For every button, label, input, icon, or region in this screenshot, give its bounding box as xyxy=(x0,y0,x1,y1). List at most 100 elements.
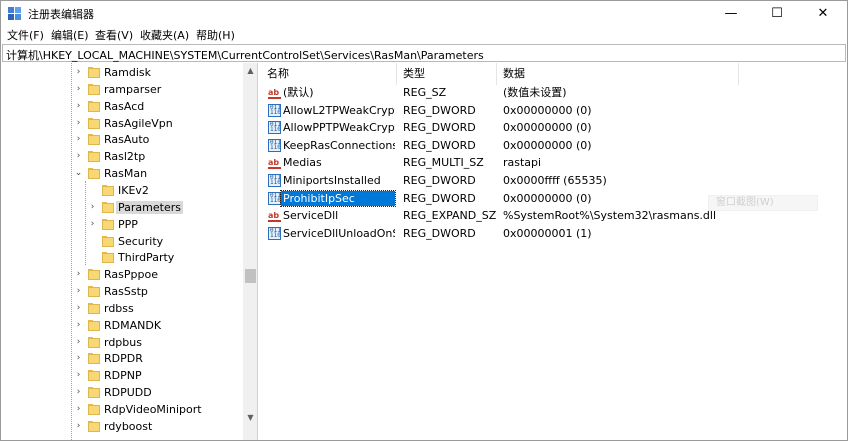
folder-icon xyxy=(88,269,100,280)
tree-item[interactable]: › RDPDR xyxy=(2,350,242,367)
tree-item[interactable]: IKEv2 xyxy=(2,182,242,199)
tree-item-label: RasAgileVpn xyxy=(104,117,173,130)
window-title: 注册表编辑器 xyxy=(28,8,94,21)
registry-editor-app-icon xyxy=(8,7,21,20)
minimize-button[interactable]: — xyxy=(708,1,754,26)
collapsed-chevron-icon[interactable]: › xyxy=(74,151,83,162)
collapsed-chevron-icon[interactable]: › xyxy=(74,337,83,348)
title-bar: 注册表编辑器 — ☐ ✕ xyxy=(1,1,847,26)
tree-item[interactable]: ThirdParty xyxy=(2,249,242,266)
tree-item[interactable]: › ramparser xyxy=(2,81,242,98)
value-type: REG_DWORD xyxy=(403,121,476,134)
binary-value-icon: 011 110 xyxy=(268,104,281,117)
no-children-spacer xyxy=(88,236,97,247)
tree-vertical-scrollbar[interactable]: ▲ ▼ xyxy=(243,63,257,440)
scroll-down-arrow-icon[interactable]: ▼ xyxy=(243,410,257,425)
folder-icon xyxy=(88,370,100,381)
folder-icon xyxy=(88,101,100,112)
tree-item[interactable]: › RasAcd xyxy=(2,98,242,115)
registry-editor-window: 注册表编辑器 — ☐ ✕ 文件(F) 编辑(E) 查看(V) 收藏夹(A) 帮助… xyxy=(0,0,848,441)
folder-icon xyxy=(102,185,114,196)
tree-item[interactable]: › PPP xyxy=(2,216,242,233)
collapsed-chevron-icon[interactable]: › xyxy=(88,219,97,230)
collapsed-chevron-icon[interactable]: › xyxy=(74,370,83,381)
value-name: Medias xyxy=(283,156,322,169)
value-row[interactable]: 011 110ServiceDllUnloadOnSt... REG_DWORD 0… xyxy=(261,225,846,242)
menu-edit[interactable]: 编辑(E) xyxy=(51,27,89,43)
menu-help[interactable]: 帮助(H) xyxy=(196,27,235,43)
tree-item[interactable]: › RDPUDD xyxy=(2,384,242,401)
close-button[interactable]: ✕ xyxy=(800,1,846,26)
menu-view[interactable]: 查看(V) xyxy=(95,27,133,43)
collapsed-chevron-icon[interactable]: › xyxy=(74,118,83,129)
scrollbar-thumb[interactable] xyxy=(245,269,256,283)
tree-item[interactable]: › rdbss xyxy=(2,300,242,317)
collapsed-chevron-icon[interactable]: › xyxy=(74,421,83,432)
folder-icon xyxy=(88,84,100,95)
column-header-name[interactable]: 名称 xyxy=(261,63,397,85)
tree-item[interactable]: ⌄ RasMan xyxy=(2,165,242,182)
tree-item[interactable]: › RDPNP xyxy=(2,367,242,384)
tree-item[interactable]: › rdyboost xyxy=(2,418,242,435)
menu-favorites[interactable]: 收藏夹(A) xyxy=(140,27,189,43)
value-type: REG_DWORD xyxy=(403,227,476,240)
value-row[interactable]: ab (默认) REG_SZ (数值未设置) xyxy=(261,84,846,101)
collapsed-chevron-icon[interactable]: › xyxy=(74,101,83,112)
tree-item[interactable]: › RasPppoe xyxy=(2,266,242,283)
tree-item[interactable]: Security xyxy=(2,233,242,250)
value-row[interactable]: 011 110 KeepRasConnections REG_DWORD 0x0000… xyxy=(261,137,846,154)
value-type: REG_MULTI_SZ xyxy=(403,156,484,169)
binary-value-icon: 011 110 xyxy=(268,174,281,187)
collapsed-chevron-icon[interactable]: › xyxy=(74,404,83,415)
tree-item[interactable]: › RDMANDK xyxy=(2,317,242,334)
column-header-data[interactable]: 数据 xyxy=(497,63,739,85)
tree-item[interactable]: › Parameters xyxy=(2,199,242,216)
folder-icon xyxy=(88,337,100,348)
folder-icon xyxy=(88,353,100,364)
tree-item-label: Rasl2tp xyxy=(104,150,146,163)
string-value-icon: ab xyxy=(268,211,281,222)
tree-item-label: RasAcd xyxy=(104,100,145,113)
collapsed-chevron-icon[interactable]: › xyxy=(74,387,83,398)
no-children-spacer xyxy=(88,185,97,196)
tree-item-label: ThirdParty xyxy=(118,251,175,264)
folder-icon xyxy=(88,320,100,331)
collapsed-chevron-icon[interactable]: › xyxy=(74,286,83,297)
tree-item-label: ramparser xyxy=(104,83,162,96)
expanded-chevron-icon[interactable]: ⌄ xyxy=(74,168,83,179)
collapsed-chevron-icon[interactable]: › xyxy=(88,202,97,213)
collapsed-chevron-icon[interactable]: › xyxy=(74,303,83,314)
folder-icon xyxy=(102,252,114,263)
tree-item-label: rdpbus xyxy=(104,336,142,349)
folder-icon xyxy=(88,118,100,129)
value-row[interactable]: 011 110 AllowPPTPWeakCrypto REG_DWORD 0x000… xyxy=(261,119,846,136)
collapsed-chevron-icon[interactable]: › xyxy=(74,269,83,280)
tree-item-label: IKEv2 xyxy=(118,184,149,197)
value-row[interactable]: 011 110 AllowL2TPWeakCrypto REG_DWORD 0x000… xyxy=(261,102,846,119)
value-data: 0x00000000 (0) xyxy=(503,104,592,117)
tree-item[interactable]: › RdpVideoMiniport xyxy=(2,401,242,418)
tree-item[interactable]: › rdpbus xyxy=(2,334,242,351)
scroll-up-arrow-icon[interactable]: ▲ xyxy=(243,63,257,78)
tree-item[interactable]: › Rasl2tp xyxy=(2,148,242,165)
tree-item[interactable]: › RasSstp xyxy=(2,283,242,300)
value-name: MiniportsInstalled xyxy=(283,174,381,187)
column-header-type[interactable]: 类型 xyxy=(397,63,497,85)
tree-item[interactable]: › RasAgileVpn xyxy=(2,115,242,132)
tree-item[interactable]: › RasAuto xyxy=(2,131,242,148)
value-row[interactable]: ab Medias REG_MULTI_SZ rastapi xyxy=(261,154,846,171)
maximize-button[interactable]: ☐ xyxy=(754,1,800,26)
collapsed-chevron-icon[interactable]: › xyxy=(74,134,83,145)
collapsed-chevron-icon[interactable]: › xyxy=(74,67,83,78)
tree-item[interactable]: › Ramdisk xyxy=(2,64,242,81)
value-data: 0x00000000 (0) xyxy=(503,139,592,152)
value-type: REG_DWORD xyxy=(403,104,476,117)
address-bar[interactable]: 计算机\HKEY_LOCAL_MACHINE\SYSTEM\CurrentCon… xyxy=(2,44,846,62)
collapsed-chevron-icon[interactable]: › xyxy=(74,84,83,95)
menu-file[interactable]: 文件(F) xyxy=(7,27,44,43)
value-row[interactable]: 011 110 MiniportsInstalled REG_DWORD 0x0000… xyxy=(261,172,846,189)
tree-item-label: RdpVideoMiniport xyxy=(104,403,202,416)
collapsed-chevron-icon[interactable]: › xyxy=(74,353,83,364)
collapsed-chevron-icon[interactable]: › xyxy=(74,320,83,331)
tree-item-label: RasMan xyxy=(104,167,148,180)
